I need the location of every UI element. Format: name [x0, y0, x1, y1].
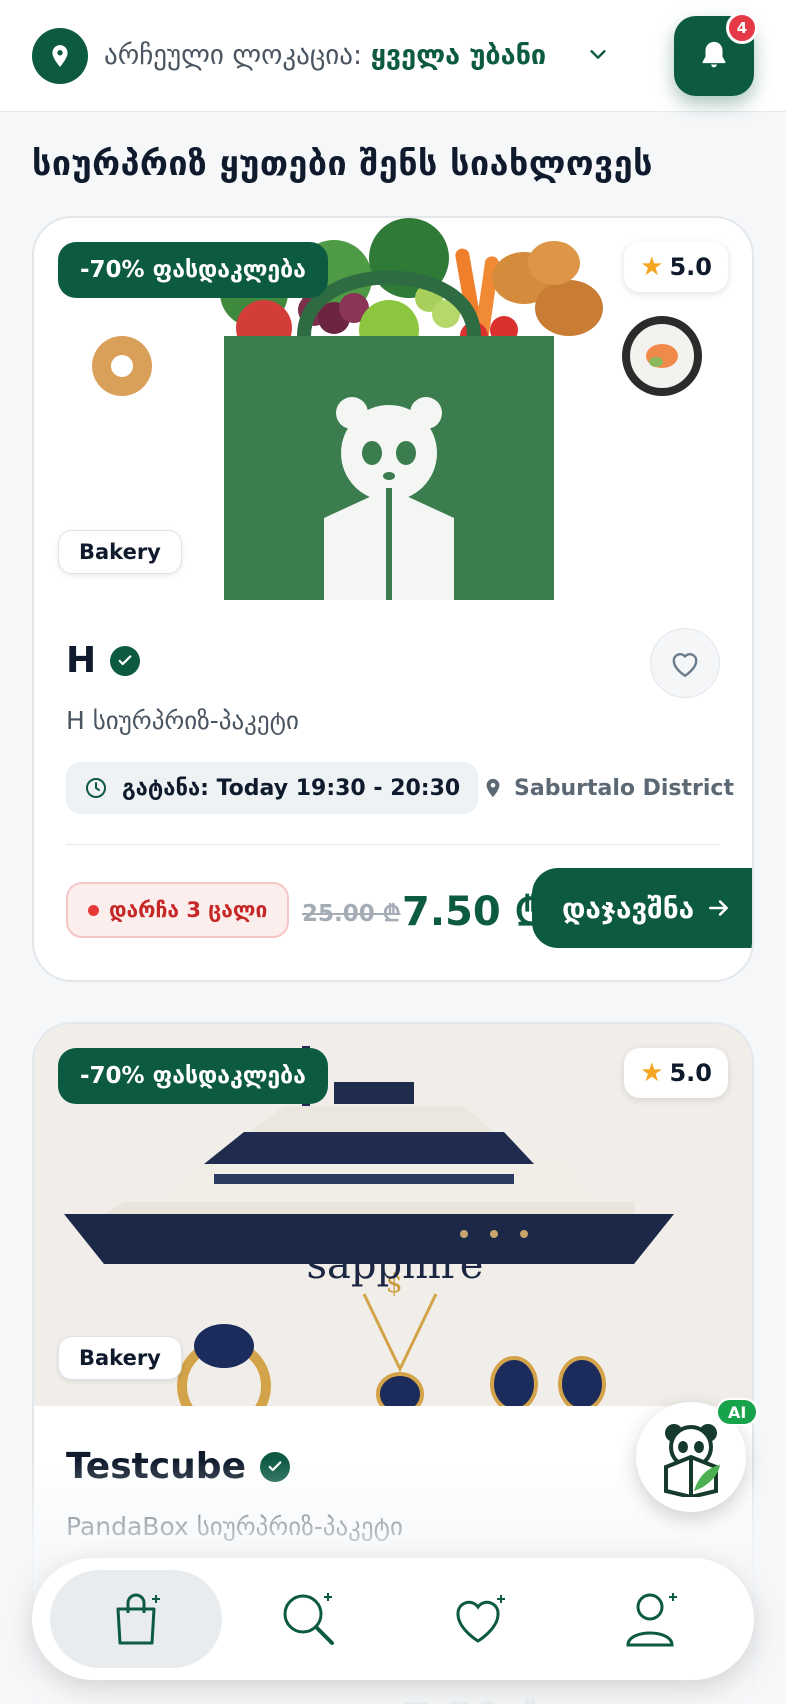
shopping-bag-icon — [116, 1593, 160, 1645]
star-icon: ★ — [640, 1058, 664, 1088]
discount-badge: -70% ფასდაკლება — [58, 242, 328, 298]
clock-icon — [86, 778, 106, 798]
search-icon — [283, 1593, 334, 1645]
stock-left-text: დარჩა 3 ცალი — [109, 898, 268, 922]
store-name: H — [66, 640, 97, 681]
reserve-label: დაჯავშნა — [562, 891, 695, 925]
notification-count-badge: 4 — [726, 12, 758, 44]
stock-left-badge: დარჩა 3 ცალი — [66, 882, 290, 938]
location-label: არჩეული ლოკაცია: — [104, 40, 363, 71]
profile-icon — [626, 1593, 677, 1647]
rating-badge: ★ 5.0 — [624, 242, 728, 292]
pickup-time-text: გატანა: Today 19:30 - 20:30 — [122, 775, 461, 801]
old-price: 25.00 ₾ — [302, 901, 401, 927]
nav-search[interactable] — [222, 1570, 394, 1668]
map-pin-icon — [486, 778, 500, 798]
location-value: ყველა უბანი — [370, 40, 547, 71]
package-subtitle: PandaBox სიურპრიზ-პაკეტი — [66, 1512, 403, 1541]
store-title: H — [66, 640, 141, 681]
location-pin-icon[interactable] — [32, 28, 88, 84]
new-price: 7.50 ₾ — [402, 1688, 545, 1704]
bottom-navigation — [32, 1558, 754, 1680]
image-brand-text: sapphire — [306, 1242, 484, 1288]
offer-card[interactable]: -70% ფასდაკლება ★ 5.0 Bakery H H სიურპრი… — [32, 216, 754, 982]
star-icon: ★ — [640, 252, 664, 282]
category-tag: Bakery — [58, 1336, 182, 1380]
divider — [66, 844, 720, 845]
nav-favorites[interactable] — [394, 1570, 566, 1668]
nav-offers[interactable] — [50, 1570, 222, 1668]
district-label: Saburtalo District — [482, 766, 734, 810]
favorite-button[interactable] — [650, 628, 720, 698]
reserve-button[interactable]: დაჯავშნა — [532, 868, 752, 948]
bell-icon — [702, 41, 726, 68]
store-title: Testcube — [66, 1446, 290, 1487]
ai-badge: AI — [716, 1398, 759, 1426]
verified-icon — [259, 1451, 290, 1482]
rating-value: 5.0 — [669, 253, 712, 281]
location-selector[interactable]: არჩეული ლოკაცია: ყველა უბანი — [104, 40, 546, 71]
store-name: Testcube — [66, 1446, 246, 1487]
district-text: Saburtalo District — [514, 775, 734, 801]
heart-icon — [456, 1595, 505, 1643]
discount-badge: -70% ფასდაკლება — [58, 1048, 328, 1104]
new-price: 7.50 ₾ — [402, 889, 546, 935]
arrow-right-icon — [709, 900, 729, 916]
chevron-down-icon[interactable] — [584, 40, 612, 68]
red-dot-icon — [88, 904, 99, 916]
top-header: არჩეული ლოკაცია: ყველა უბანი 4 — [0, 0, 786, 112]
section-title: სიურპრიზ ყუთები შენს სიახლოვეს — [32, 144, 653, 184]
rating-badge: ★ 5.0 — [624, 1048, 728, 1098]
rating-value: 5.0 — [669, 1059, 712, 1087]
heart-icon — [672, 653, 698, 678]
verified-icon — [110, 645, 141, 676]
category-tag: Bakery — [58, 530, 182, 574]
pickup-time: გატანა: Today 19:30 - 20:30 — [66, 762, 479, 814]
package-subtitle: H სიურპრიზ-პაკეტი — [66, 706, 299, 735]
panda-logo-icon — [664, 1424, 720, 1497]
nav-profile[interactable] — [566, 1570, 738, 1668]
